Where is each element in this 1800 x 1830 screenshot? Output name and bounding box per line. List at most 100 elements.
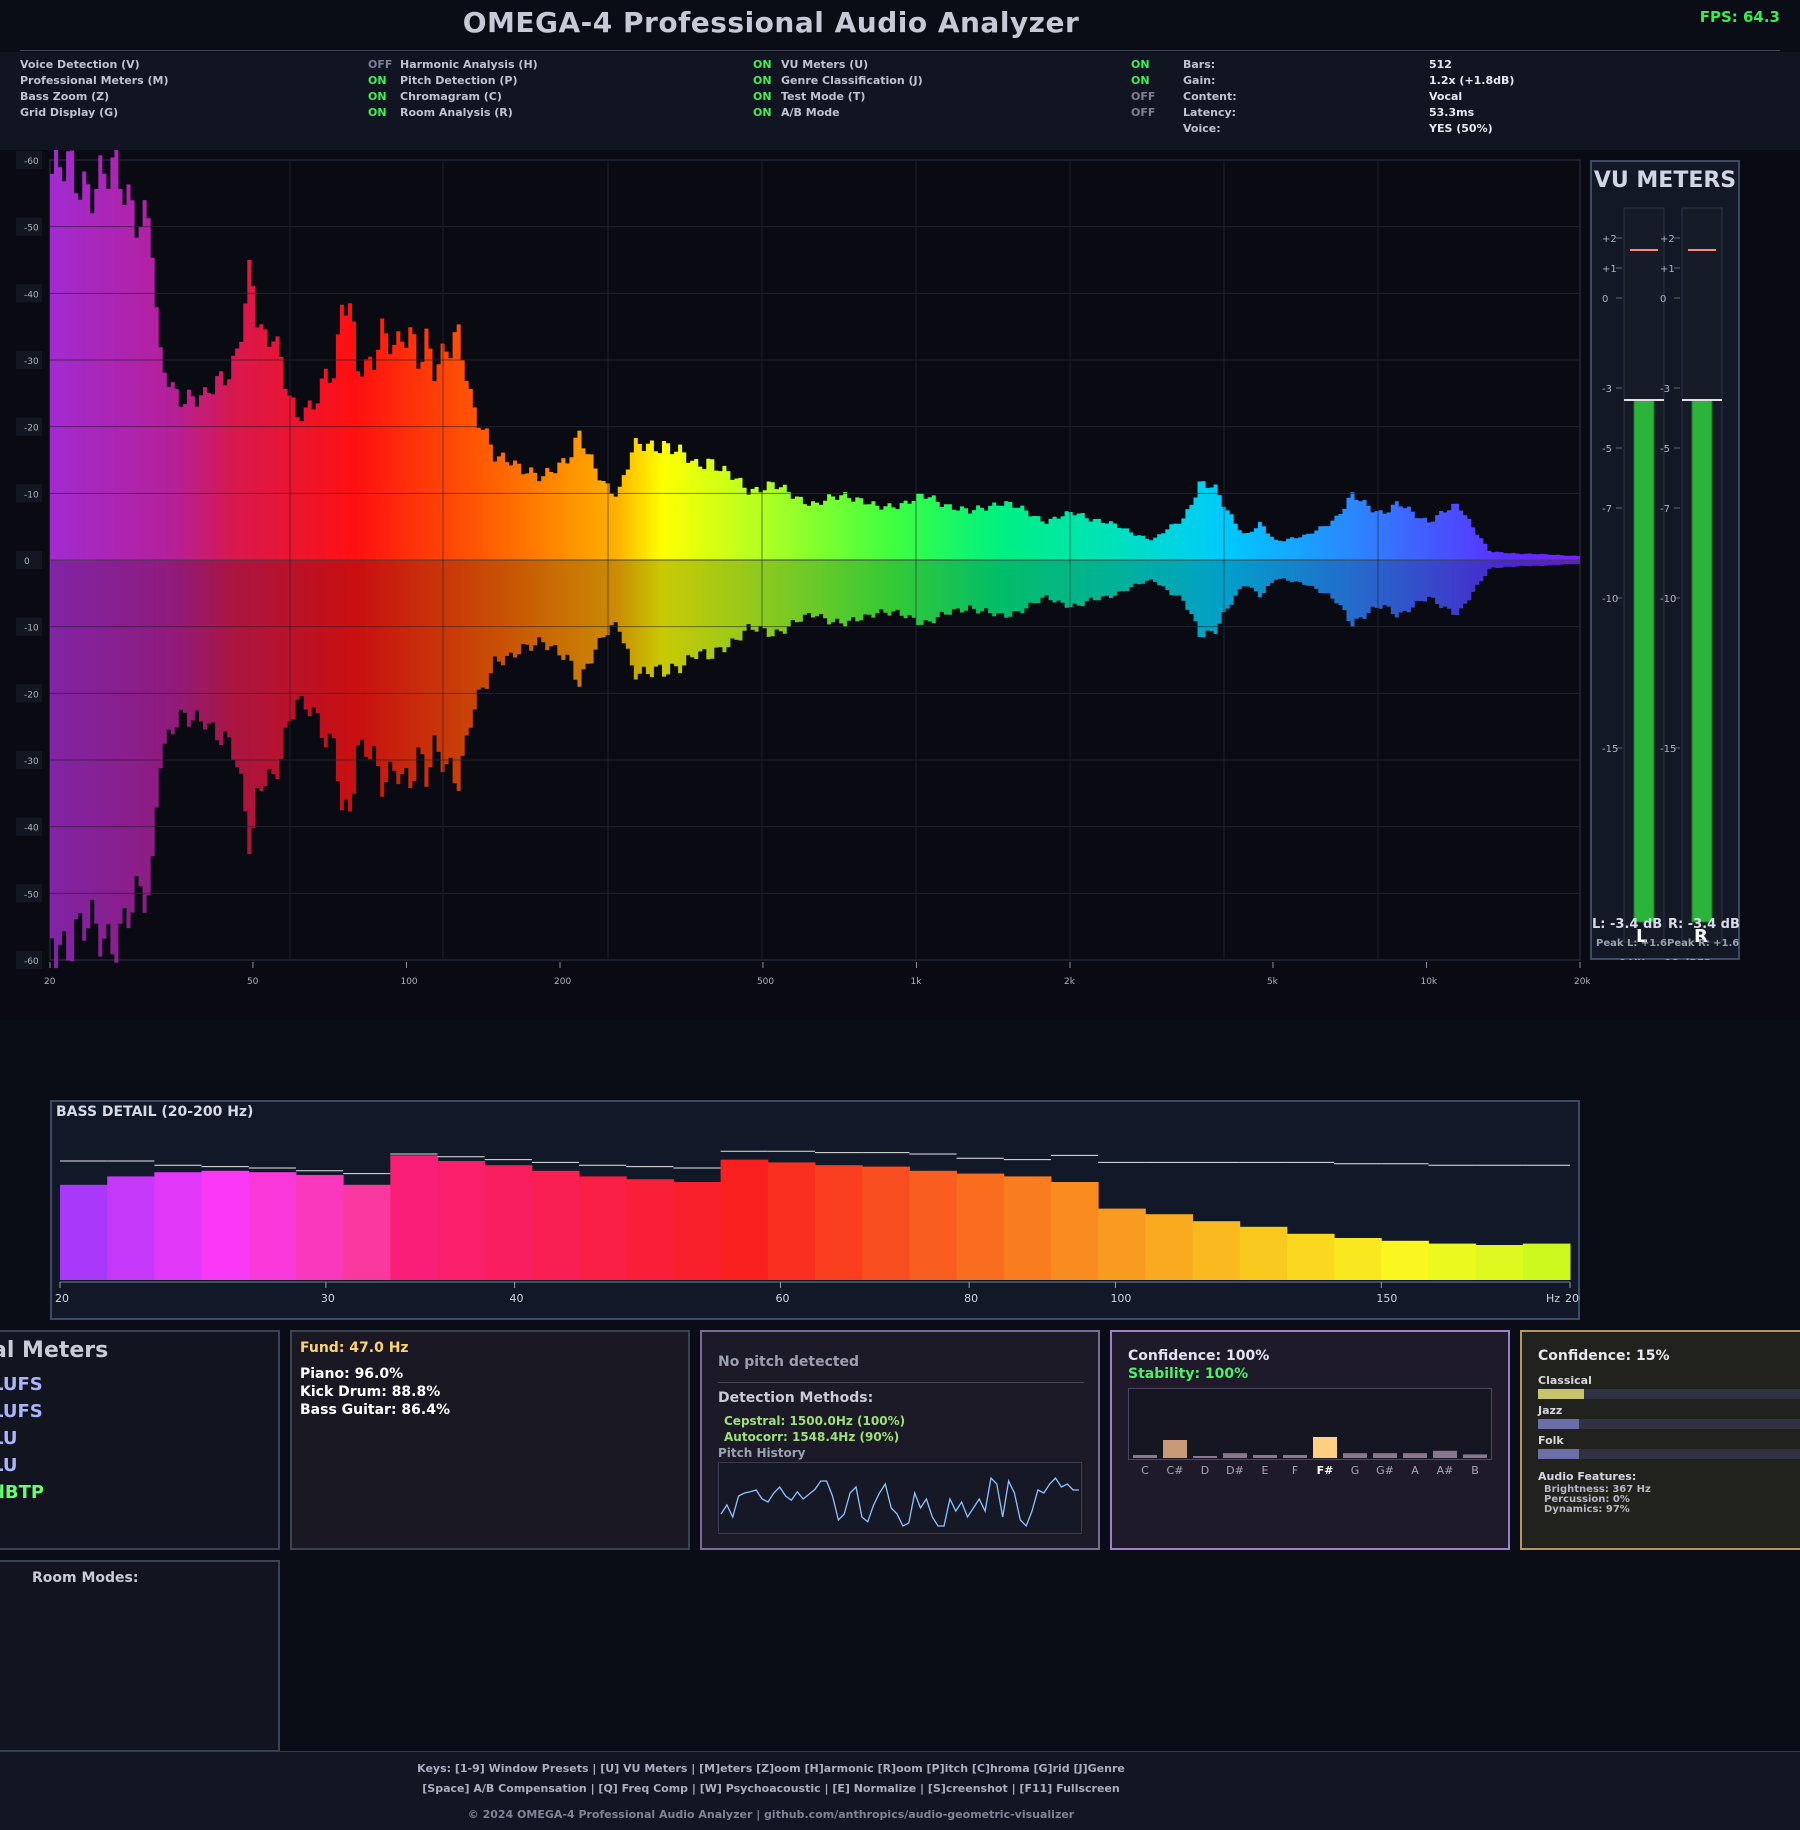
chroma-bar	[1313, 1437, 1337, 1458]
info-label: Voice:	[1183, 122, 1221, 135]
bass-bar	[673, 1182, 722, 1280]
y-axis-label: -30	[24, 357, 39, 367]
status-col-1: Voice Detection (V) OFF Professional Meter…	[20, 58, 400, 122]
vu-peak-right: Peak R: +1.6	[1667, 938, 1739, 949]
bass-bar	[909, 1170, 958, 1280]
vu-scale-label: -10	[1660, 594, 1676, 605]
genre-name: Folk	[1538, 1434, 1564, 1447]
chromagram-panel: Confidence: 100% Stability: 100% C C# D D# E…	[1110, 1330, 1510, 1550]
status-label: Genre Classification (J)	[781, 74, 923, 87]
bass-bar	[1475, 1245, 1524, 1280]
vu-level-fill	[1633, 399, 1655, 923]
x-axis-label: 200	[554, 977, 571, 987]
status-state: ON	[753, 58, 772, 71]
bass-bar	[201, 1170, 250, 1280]
x-axis-label: 50	[247, 977, 259, 987]
vu-scale-label: -7	[1660, 504, 1670, 515]
status-info: Bars: 512 Gain: 1.2x (+1.8dB) Content: Vocal L…	[1183, 58, 1563, 138]
info-row: Gain: 1.2x (+1.8dB)	[1183, 74, 1563, 90]
genre-confidence: Confidence: 15%	[1538, 1348, 1670, 1364]
bass-bar	[437, 1161, 486, 1280]
pro-meter-reading: LUFS	[0, 1401, 43, 1422]
status-label: Test Mode (T)	[781, 90, 866, 103]
bass-bar	[1334, 1238, 1382, 1280]
vu-meter-graphic: +2+10-3-5-7-10-15L+2+10-3-5-7-10-15RL: -…	[1592, 207, 1740, 960]
status-label: VU Meters (U)	[781, 58, 869, 71]
footer-copyright: © 2024 OMEGA-4 Professional Audio Analyz…	[467, 1808, 1075, 1821]
info-label: Bars:	[1183, 58, 1216, 71]
status-row: Room Analysis (R) ON	[400, 106, 780, 122]
genre-bar-fill	[1538, 1389, 1585, 1399]
y-axis-label: -40	[24, 290, 39, 300]
chroma-note-label: E	[1262, 1464, 1269, 1477]
y-axis-label: -10	[24, 624, 39, 634]
bass-bar	[1050, 1182, 1099, 1280]
pitch-history-line	[720, 1476, 1079, 1528]
info-value: Vocal	[1429, 90, 1463, 103]
vu-scale-label: 0	[1660, 294, 1666, 305]
bass-x-label: 80	[964, 1292, 978, 1305]
status-row: A/B Mode OFF	[781, 106, 1161, 122]
detection-methods-title: Detection Methods:	[718, 1390, 874, 1406]
chroma-note-label: C	[1141, 1464, 1149, 1477]
bass-bar	[815, 1165, 863, 1280]
pitch-history-title: Pitch History	[718, 1446, 806, 1460]
professional-meters-panel: al Meters LUFS LUFS LU LU dBTP	[0, 1330, 280, 1550]
spectrum-display[interactable]: -60 -50 -40 -30 -20 -10 0 -10 -20 -30 -40 -50 -60 20 5…	[0, 150, 1590, 1020]
status-col-2: Harmonic Analysis (H) ON Pitch Detection (…	[400, 58, 780, 122]
info-value: YES (50%)	[1429, 122, 1493, 135]
y-axis-label: -50	[24, 890, 39, 900]
status-label: Professional Meters (M)	[20, 74, 169, 87]
bass-x-label: 40	[510, 1292, 524, 1305]
bass-bar	[295, 1175, 344, 1280]
chroma-note-label: F#	[1317, 1464, 1334, 1477]
footer-keys-line-1: Keys: [1-9] Window Presets | [U] VU Mete…	[417, 1762, 1125, 1775]
chroma-bar	[1283, 1455, 1307, 1458]
status-state: ON	[1131, 74, 1150, 87]
pro-meters-title: al Meters	[0, 1338, 109, 1363]
title-divider	[20, 50, 1780, 51]
footer: Keys: [1-9] Window Presets | [U] VU Mete…	[0, 1751, 1800, 1830]
bass-x-label: 30	[321, 1292, 335, 1305]
room-modes-title: Room Modes:	[32, 1570, 139, 1586]
bass-bar	[1381, 1240, 1429, 1280]
bass-bar	[956, 1173, 1005, 1280]
harmonic-analysis-panel: Fund: 47.0 Hz Piano: 96.0% Kick Drum: 88.…	[290, 1330, 690, 1550]
x-axis-label: 20k	[1574, 977, 1590, 987]
y-axis-label: -20	[24, 424, 39, 434]
bass-bar	[390, 1155, 438, 1280]
vu-reference: 0 VU = -18 dBFS	[1619, 958, 1711, 960]
bass-bar	[1239, 1226, 1288, 1280]
chroma-bar	[1253, 1455, 1277, 1458]
status-label: Voice Detection (V)	[20, 58, 140, 71]
pitch-detection-panel: No pitch detected Detection Methods: Cep…	[700, 1330, 1100, 1550]
chroma-bar	[1193, 1456, 1217, 1458]
bass-x-label: 200	[1565, 1292, 1580, 1305]
status-row: Pitch Detection (P) ON	[400, 74, 780, 90]
status-state: ON	[368, 90, 387, 103]
bass-bar	[343, 1184, 391, 1280]
info-row: Content: Vocal	[1183, 90, 1563, 106]
bass-bar	[579, 1176, 627, 1280]
bass-detail-graph[interactable]: 20 30 40 60 80 100 150 200 Hz	[50, 1100, 1580, 1320]
chromagram-graph: C C# D D# E F F# G G# A A# B	[1133, 1437, 1487, 1477]
info-value: 512	[1429, 58, 1452, 71]
bass-bar	[1522, 1243, 1571, 1280]
bass-unit-label: Hz	[1546, 1292, 1560, 1305]
y-axis-label: -30	[24, 757, 39, 767]
status-row: Harmonic Analysis (H) ON	[400, 58, 780, 74]
info-row: Bars: 512	[1183, 58, 1563, 74]
genre-bar	[1538, 1389, 1800, 1399]
fps-counter: FPS: 64.3	[1699, 8, 1780, 26]
y-axis-label: -40	[24, 824, 39, 834]
chroma-bar	[1373, 1453, 1397, 1458]
genre-name: Classical	[1538, 1374, 1592, 1387]
bass-bar	[248, 1172, 297, 1280]
bass-bar	[626, 1179, 674, 1280]
vu-scale-label: +2	[1602, 234, 1617, 245]
bass-bar	[767, 1162, 816, 1280]
bass-bar	[1145, 1214, 1193, 1280]
status-row: Voice Detection (V) OFF	[20, 58, 400, 74]
bass-x-label: 20	[55, 1292, 69, 1305]
info-value: 53.3ms	[1429, 106, 1475, 119]
